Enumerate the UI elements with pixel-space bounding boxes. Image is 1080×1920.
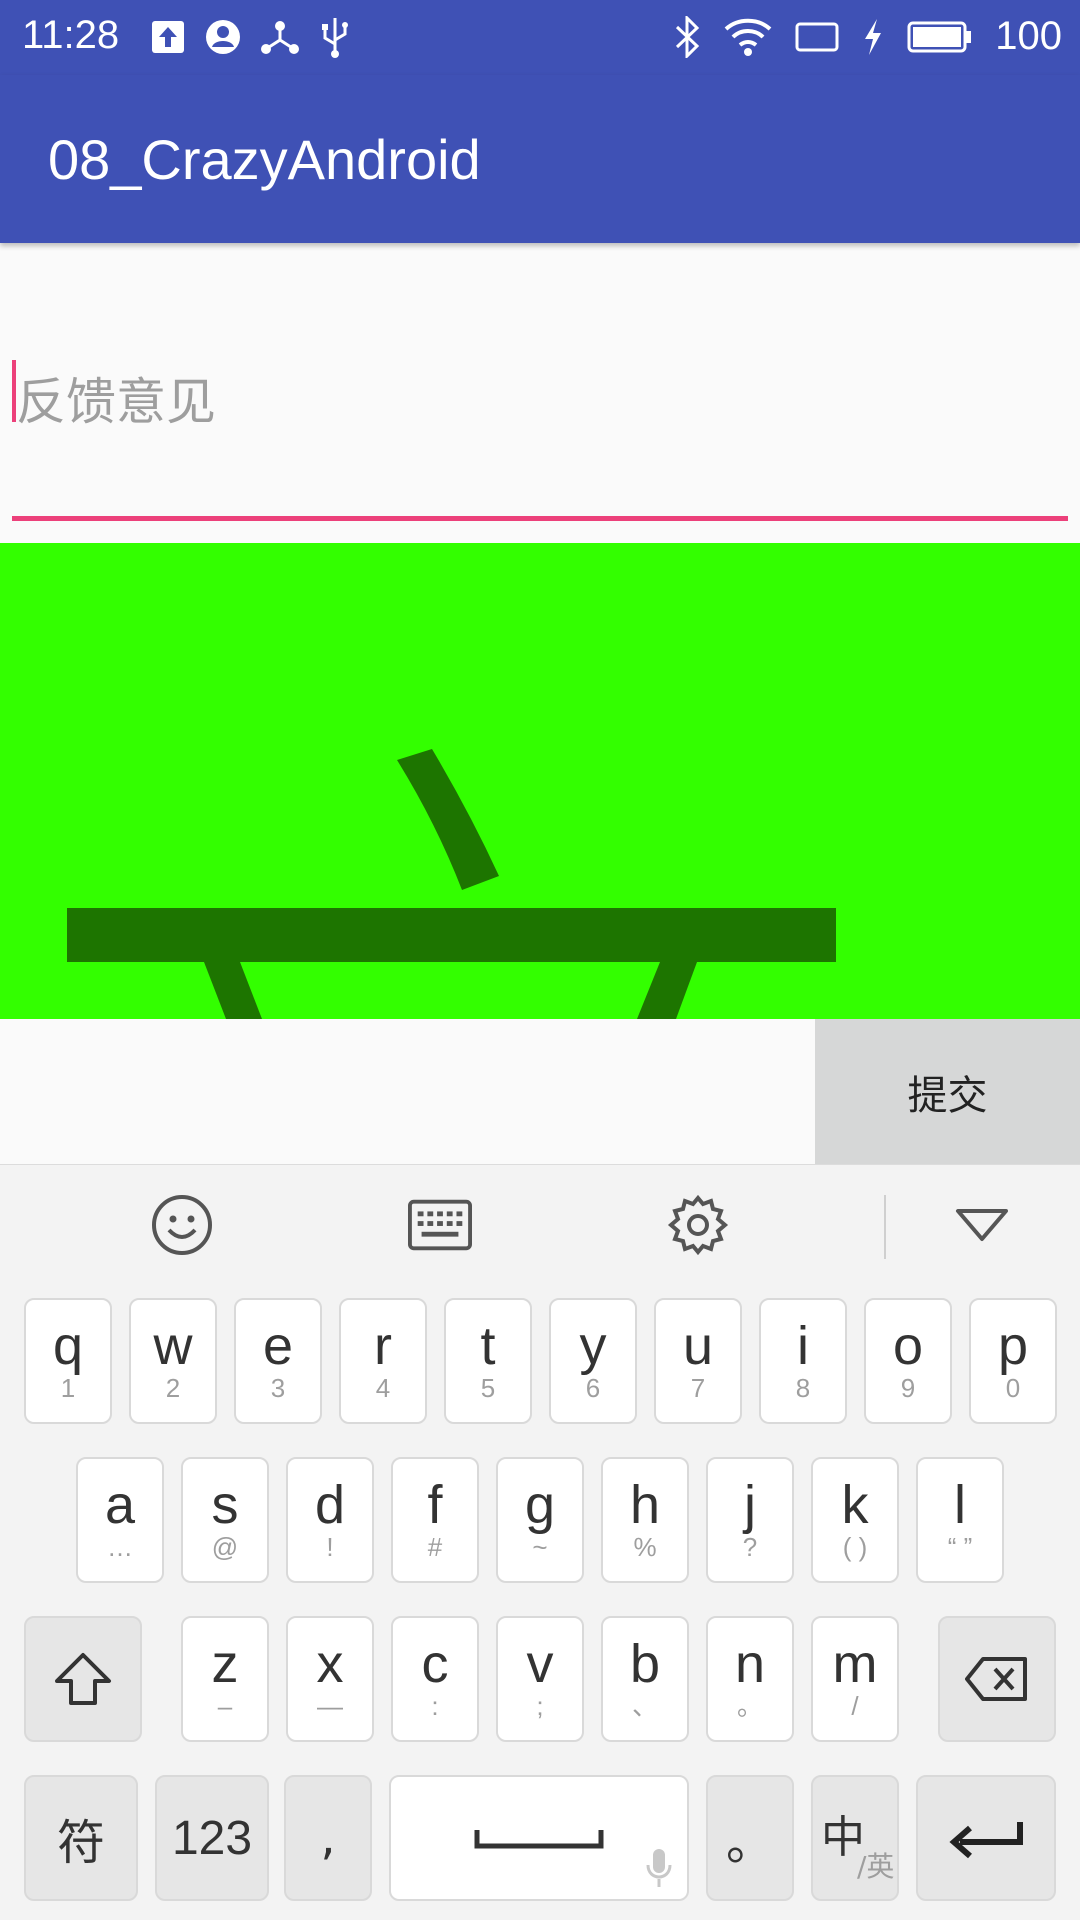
battery-icon (907, 21, 972, 52)
comma-key[interactable]: , (284, 1775, 372, 1901)
screen-cast-icon (795, 22, 839, 51)
enter-key[interactable] (916, 1775, 1056, 1901)
backspace-key[interactable] (938, 1616, 1056, 1742)
key-g[interactable]: g ~ (496, 1457, 584, 1583)
key-y[interactable]: y6 (549, 1298, 637, 1424)
usb-icon (322, 18, 348, 58)
key-c[interactable]: c: (391, 1616, 479, 1742)
emoji-icon[interactable] (150, 1193, 214, 1257)
keyboard-toolbar (0, 1165, 1080, 1285)
symbols-key[interactable]: 符 (24, 1775, 138, 1901)
space-key[interactable] (389, 1775, 689, 1901)
key-n[interactable]: n。 (706, 1616, 794, 1742)
settings-icon[interactable] (666, 1193, 730, 1257)
wifi-icon (724, 18, 772, 56)
soft-keyboard: q1 w2 e3 r4 t5 y6 u7 i8 o9 p0 a… s @ d! f… (0, 1164, 1080, 1920)
stroke-horizontal (67, 908, 836, 962)
key-j[interactable]: j? (706, 1457, 794, 1583)
lang-sub-label: /英 (857, 1850, 895, 1883)
space-icon (474, 1830, 604, 1849)
submit-button[interactable]: 提交 (815, 1019, 1080, 1164)
bluetooth-icon (676, 15, 700, 58)
key-s[interactable]: s @ (181, 1457, 269, 1583)
stroke-left-leg (204, 962, 262, 1019)
key-v[interactable]: v; (496, 1616, 584, 1742)
key-i[interactable]: i8 (759, 1298, 847, 1424)
key-e[interactable]: e3 (234, 1298, 322, 1424)
status-time: 11:28 (22, 13, 120, 57)
language-switch-key[interactable]: 中 /英 (811, 1775, 899, 1901)
upload-icon (152, 21, 184, 53)
app-title: 08_CrazyAndroid (48, 128, 481, 191)
key-z[interactable]: z – (181, 1616, 269, 1742)
shift-key[interactable] (24, 1616, 142, 1742)
key-r[interactable]: r4 (339, 1298, 427, 1424)
key-h[interactable]: h% (601, 1457, 689, 1583)
key-u[interactable]: u7 (654, 1298, 742, 1424)
shift-icon (55, 1653, 111, 1705)
key-b[interactable]: b、 (601, 1616, 689, 1742)
status-bar: 11:28 100 (0, 0, 1080, 75)
share-nodes-icon (261, 21, 299, 54)
toolbar-divider (884, 1195, 886, 1259)
mic-icon (646, 1849, 672, 1887)
stroke-right-leg (637, 962, 697, 1019)
feedback-input[interactable]: 反馈意见 (12, 330, 1068, 522)
key-f[interactable]: f # (391, 1457, 479, 1583)
period-key[interactable]: 。 (706, 1775, 794, 1901)
input-underline (12, 516, 1068, 521)
charging-icon (865, 18, 882, 55)
key-m[interactable]: m / (811, 1616, 899, 1742)
canvas-drawing (67, 749, 836, 1019)
numbers-key[interactable]: 123 (155, 1775, 269, 1901)
key-l[interactable]: l “ ” (916, 1457, 1004, 1583)
key-q[interactable]: q1 (24, 1298, 112, 1424)
battery-percent: 100 (995, 14, 1062, 58)
account-icon (206, 20, 240, 54)
key-p[interactable]: p0 (969, 1298, 1057, 1424)
key-o[interactable]: o9 (864, 1298, 952, 1424)
key-w[interactable]: w2 (129, 1298, 217, 1424)
app-bar: 08_CrazyAndroid (0, 75, 1080, 243)
key-d[interactable]: d! (286, 1457, 374, 1583)
enter-icon (949, 1822, 1023, 1859)
feedback-placeholder: 反馈意见 (16, 373, 216, 431)
key-a[interactable]: a… (76, 1457, 164, 1583)
key-t[interactable]: t5 (444, 1298, 532, 1424)
keyboard-icon[interactable] (408, 1193, 472, 1257)
graphic-canvas (0, 543, 1080, 1019)
collapse-icon[interactable] (950, 1193, 1014, 1257)
stroke-dot (397, 749, 499, 890)
key-x[interactable]: x — (286, 1616, 374, 1742)
backspace-icon (965, 1657, 1027, 1701)
key-k[interactable]: k( ) (811, 1457, 899, 1583)
